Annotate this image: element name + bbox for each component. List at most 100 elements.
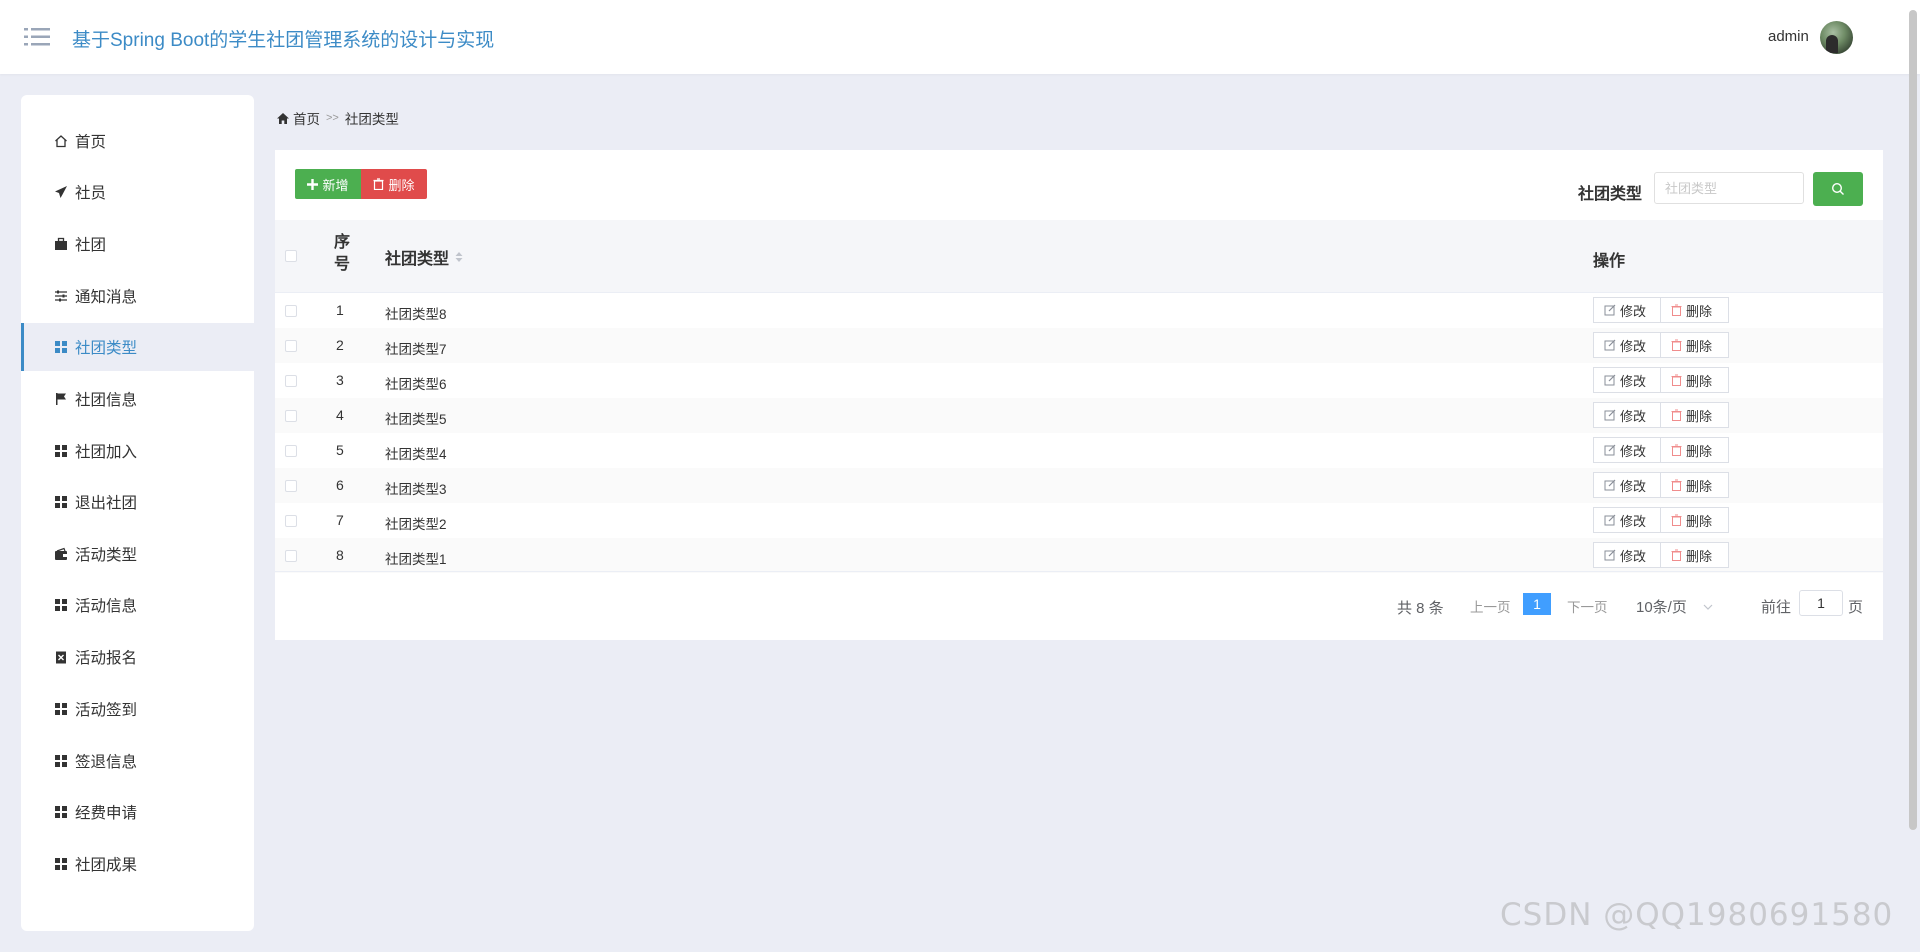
row-type: 社团类型7 bbox=[385, 342, 447, 357]
column-header-ops: 操作 bbox=[1593, 253, 1626, 270]
pagination-goto-label: 前往 bbox=[1761, 599, 1792, 616]
top-header: 基于Spring Boot的学生社团管理系统的设计与实现 admin bbox=[0, 0, 1920, 74]
batch-delete-label: 删除 bbox=[388, 177, 415, 193]
trash-icon bbox=[1671, 339, 1682, 351]
pagination-size-label: 10条/页 bbox=[1636, 599, 1687, 616]
breadcrumb-current: 社团类型 bbox=[344, 112, 399, 127]
row-checkbox[interactable] bbox=[285, 445, 297, 457]
table-row: 8 社团类型1 修改 删除 bbox=[275, 538, 1883, 573]
edit-button[interactable]: 修改 bbox=[1593, 507, 1661, 533]
trash-icon bbox=[1671, 374, 1682, 386]
breadcrumb-home-label: 首页 bbox=[293, 112, 320, 127]
table-row: 2 社团类型7 修改 删除 bbox=[275, 328, 1883, 363]
trash-icon bbox=[1671, 479, 1682, 491]
trash-icon bbox=[1671, 409, 1682, 421]
sidebar-item-achievements[interactable]: 社团成果 bbox=[21, 840, 254, 888]
sidebar-item-members[interactable]: 社员 bbox=[21, 168, 254, 216]
page-scrollbar[interactable] bbox=[1909, 10, 1917, 830]
edit-label: 修改 bbox=[1620, 408, 1647, 424]
sidebar-item-club-types[interactable]: 社团类型 bbox=[21, 323, 254, 371]
row-checkbox[interactable] bbox=[285, 480, 297, 492]
trash-icon bbox=[1671, 304, 1682, 316]
grid-icon bbox=[53, 339, 69, 355]
edit-icon bbox=[1604, 514, 1616, 526]
sidebar-item-activity-info[interactable]: 活动信息 bbox=[21, 581, 254, 629]
select-all-checkbox[interactable] bbox=[285, 250, 297, 262]
row-type: 社团类型4 bbox=[385, 447, 447, 462]
table-row: 7 社团类型2 修改 删除 bbox=[275, 503, 1883, 538]
sidebar-item-club-join[interactable]: 社团加入 bbox=[21, 427, 254, 475]
grid-icon bbox=[53, 804, 69, 820]
search-input[interactable] bbox=[1654, 172, 1804, 204]
sidebar-item-label: 社团类型 bbox=[75, 340, 138, 357]
sidebar-item-funding[interactable]: 经费申请 bbox=[21, 788, 254, 836]
sidebar-item-activity-signup[interactable]: 活动报名 bbox=[21, 633, 254, 681]
sidebar-item-club-info[interactable]: 社团信息 bbox=[21, 375, 254, 423]
search-button[interactable] bbox=[1813, 172, 1863, 206]
row-checkbox[interactable] bbox=[285, 515, 297, 527]
column-header-type[interactable]: 社团类型 bbox=[385, 245, 463, 269]
edit-icon bbox=[1604, 549, 1616, 561]
breadcrumb-home[interactable]: 首页 bbox=[276, 108, 320, 128]
batch-delete-button[interactable]: 删除 bbox=[361, 169, 427, 199]
delete-button[interactable]: 删除 bbox=[1661, 402, 1729, 428]
avatar[interactable] bbox=[1820, 21, 1853, 54]
delete-label: 删除 bbox=[1686, 478, 1713, 494]
delete-label: 删除 bbox=[1686, 303, 1713, 319]
row-index: 6 bbox=[336, 477, 344, 493]
pagination-total: 共 8 条 bbox=[1397, 600, 1444, 617]
edit-button[interactable]: 修改 bbox=[1593, 402, 1661, 428]
delete-label: 删除 bbox=[1686, 443, 1713, 459]
edit-icon bbox=[1604, 444, 1616, 456]
delete-button[interactable]: 删除 bbox=[1661, 297, 1729, 323]
menu-toggle-icon[interactable] bbox=[24, 27, 50, 47]
edit-button[interactable]: 修改 bbox=[1593, 542, 1661, 568]
clipboard-x-icon bbox=[53, 649, 69, 665]
column-header-type-label: 社团类型 bbox=[385, 251, 450, 268]
grid-icon bbox=[53, 701, 69, 717]
row-index: 5 bbox=[336, 442, 344, 458]
table-header: 序号 社团类型 操作 bbox=[275, 220, 1883, 293]
sidebar-item-label: 社团成果 bbox=[75, 857, 138, 874]
edit-button[interactable]: 修改 bbox=[1593, 297, 1661, 323]
delete-button[interactable]: 删除 bbox=[1661, 542, 1729, 568]
row-checkbox[interactable] bbox=[285, 410, 297, 422]
delete-label: 删除 bbox=[1686, 513, 1713, 529]
edit-button[interactable]: 修改 bbox=[1593, 367, 1661, 393]
delete-button[interactable]: 删除 bbox=[1661, 367, 1729, 393]
row-checkbox[interactable] bbox=[285, 550, 297, 562]
row-checkbox[interactable] bbox=[285, 305, 297, 317]
sidebar-item-label: 社团信息 bbox=[75, 392, 138, 409]
table-row: 5 社团类型4 修改 删除 bbox=[275, 433, 1883, 468]
edit-button[interactable]: 修改 bbox=[1593, 472, 1661, 498]
sort-icon[interactable] bbox=[455, 251, 463, 263]
edit-button[interactable]: 修改 bbox=[1593, 437, 1661, 463]
sidebar-item-label: 经费申请 bbox=[75, 805, 138, 822]
breadcrumb-separator: >> bbox=[326, 112, 339, 124]
row-type: 社团类型5 bbox=[385, 412, 447, 427]
delete-button[interactable]: 删除 bbox=[1661, 437, 1729, 463]
table-row: 6 社团类型3 修改 删除 bbox=[275, 468, 1883, 503]
row-checkbox[interactable] bbox=[285, 340, 297, 352]
pagination-current-page[interactable]: 1 bbox=[1523, 593, 1551, 615]
pagination-size-select[interactable]: 10条/页 bbox=[1636, 596, 1713, 617]
edit-label: 修改 bbox=[1620, 303, 1647, 319]
delete-button[interactable]: 删除 bbox=[1661, 472, 1729, 498]
add-button[interactable]: 新增 bbox=[295, 169, 361, 199]
sidebar-item-club-quit[interactable]: 退出社团 bbox=[21, 478, 254, 526]
sidebar-item-home[interactable]: 首页 bbox=[21, 117, 254, 165]
user-name[interactable]: admin bbox=[1768, 28, 1809, 45]
sidebar-item-checkout[interactable]: 签退信息 bbox=[21, 737, 254, 785]
delete-button[interactable]: 删除 bbox=[1661, 332, 1729, 358]
row-checkbox[interactable] bbox=[285, 375, 297, 387]
pagination-next[interactable]: 下一页 bbox=[1567, 596, 1608, 616]
pagination-prev[interactable]: 上一页 bbox=[1470, 596, 1511, 616]
watermark: CSDN @QQ1980691580 bbox=[1500, 897, 1894, 933]
sidebar-item-notices[interactable]: 通知消息 bbox=[21, 272, 254, 320]
pagination-goto-input[interactable] bbox=[1799, 590, 1843, 616]
sidebar-item-activity-checkin[interactable]: 活动签到 bbox=[21, 685, 254, 733]
sidebar-item-clubs[interactable]: 社团 bbox=[21, 220, 254, 268]
sidebar-item-activity-types[interactable]: 活动类型 bbox=[21, 530, 254, 578]
delete-button[interactable]: 删除 bbox=[1661, 507, 1729, 533]
edit-button[interactable]: 修改 bbox=[1593, 332, 1661, 358]
